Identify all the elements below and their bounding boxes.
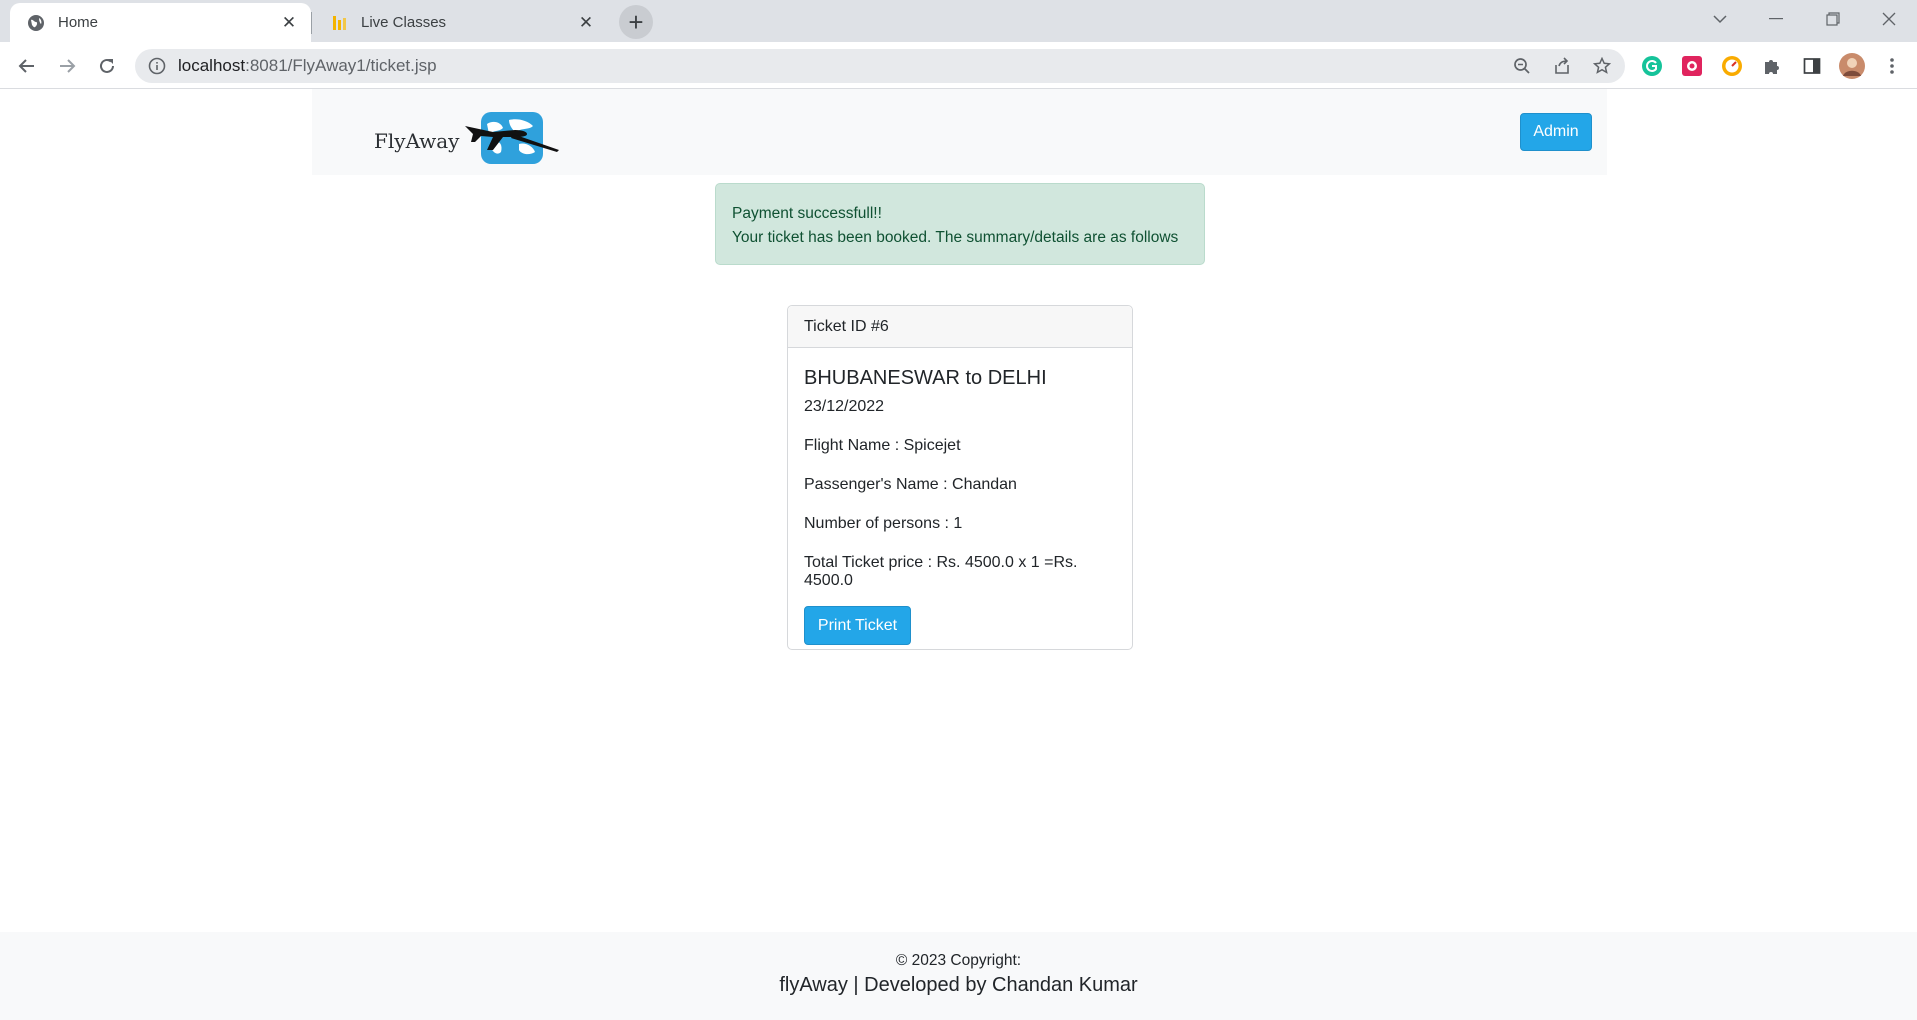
tab-home[interactable]: Home ✕ bbox=[10, 3, 311, 42]
alert-message: Your ticket has been booked. The summary… bbox=[732, 229, 1179, 246]
chrome-menu-icon[interactable] bbox=[1877, 50, 1907, 82]
browser-tabstrip: Home ✕ Live Classes ✕ + bbox=[0, 0, 1917, 42]
admin-button[interactable]: Admin bbox=[1520, 113, 1592, 151]
tab-live-classes[interactable]: Live Classes ✕ bbox=[313, 3, 608, 42]
side-panel-icon[interactable] bbox=[1797, 50, 1827, 82]
ticket-persons: Number of persons : 1 bbox=[804, 515, 963, 532]
ticket-passenger-name: Passenger's Name : Chandan bbox=[804, 476, 1017, 493]
footer-credit: flyAway | Developed by Chandan Kumar bbox=[779, 974, 1138, 996]
recorder-extension-icon[interactable] bbox=[1677, 50, 1707, 82]
tab-divider bbox=[311, 12, 312, 34]
share-icon[interactable] bbox=[1547, 49, 1577, 83]
zoom-icon[interactable] bbox=[1507, 49, 1537, 83]
close-window-icon[interactable] bbox=[1861, 0, 1917, 38]
payment-success-alert: Payment successfull!! Your ticket has be… bbox=[715, 183, 1205, 265]
url-text: localhost:8081/FlyAway1/ticket.jsp bbox=[178, 56, 437, 76]
tab-label: Live Classes bbox=[361, 14, 447, 31]
ticket-date: 23/12/2022 bbox=[804, 398, 885, 415]
url-host: localhost bbox=[178, 56, 246, 75]
forward-arrow-icon[interactable] bbox=[51, 50, 83, 82]
ticket-id-header: Ticket ID #6 bbox=[788, 306, 1132, 348]
address-bar[interactable]: localhost:8081/FlyAway1/ticket.jsp bbox=[135, 49, 1625, 83]
ticket-flight-name: Flight Name : Spicejet bbox=[804, 437, 961, 454]
reload-icon[interactable] bbox=[91, 50, 123, 82]
grammarly-extension-icon[interactable] bbox=[1637, 50, 1667, 82]
star-icon[interactable] bbox=[1587, 49, 1617, 83]
ticket-total-price: Total Ticket price : Rs. 4500.0 x 1 =Rs.… bbox=[804, 554, 1078, 589]
puzzle-extensions-icon[interactable] bbox=[1757, 50, 1787, 82]
tab-label: Home bbox=[58, 14, 99, 31]
site-navbar: FlyAway Admin bbox=[312, 89, 1607, 175]
back-arrow-icon[interactable] bbox=[11, 50, 43, 82]
tab-search-icon[interactable] bbox=[1692, 0, 1748, 38]
speedometer-extension-icon[interactable] bbox=[1717, 50, 1747, 82]
globe-icon bbox=[26, 13, 46, 33]
url-path: :8081/FlyAway1/ticket.jsp bbox=[245, 56, 437, 75]
close-icon[interactable]: ✕ bbox=[277, 11, 301, 35]
brand[interactable]: FlyAway bbox=[374, 110, 563, 171]
footer-copyright: © 2023 Copyright: bbox=[895, 952, 1022, 969]
airplane-globe-logo-icon bbox=[463, 110, 563, 171]
ticket-route: BHUBANESWAR to DELHI bbox=[804, 367, 1047, 389]
browser-toolbar: localhost:8081/FlyAway1/ticket.jsp bbox=[0, 42, 1917, 89]
ticket-card: Ticket ID #6 BHUBANESWAR to DELHI 23/12/… bbox=[787, 305, 1133, 650]
bar-chart-icon bbox=[329, 13, 349, 33]
print-ticket-button[interactable]: Print Ticket bbox=[804, 606, 911, 645]
brand-name: FlyAway bbox=[374, 128, 460, 153]
close-icon[interactable]: ✕ bbox=[574, 11, 598, 35]
avatar[interactable] bbox=[1837, 50, 1867, 82]
new-tab-button[interactable]: + bbox=[619, 5, 653, 39]
site-footer: © 2023 Copyright: flyAway | Developed by… bbox=[0, 932, 1917, 1020]
restore-icon[interactable] bbox=[1805, 0, 1861, 38]
minimize-icon[interactable] bbox=[1748, 0, 1804, 38]
site-info-icon[interactable] bbox=[148, 57, 166, 75]
ticket-card-body: BHUBANESWAR to DELHI 23/12/2022 Flight N… bbox=[788, 367, 1132, 645]
alert-title: Payment successfull!! bbox=[732, 205, 882, 222]
